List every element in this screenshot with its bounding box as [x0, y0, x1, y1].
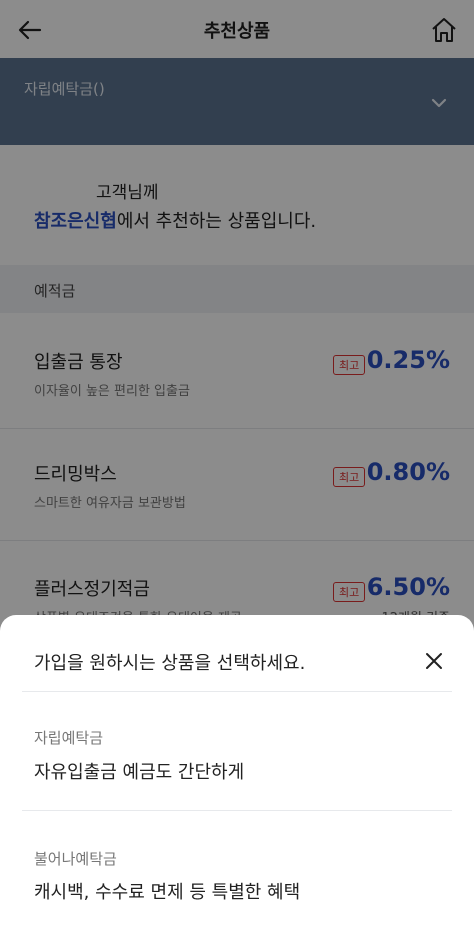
- page: 추천상품 자립예탁금() 고객님께 참조은신협에서 추천하는 상품입니다. 예적…: [0, 0, 474, 933]
- option-name: 자립예탁금: [34, 729, 104, 747]
- bottom-sheet: 가입을 원하시는 상품을 선택하세요. 자립예탁금 자유입출금 예금도 간단하게…: [0, 615, 474, 933]
- option-desc: 자유입출금 예금도 간단하게: [34, 762, 245, 783]
- sheet-title: 가입을 원하시는 상품을 선택하세요.: [34, 653, 306, 674]
- option-name: 불어나예탁금: [34, 850, 117, 868]
- sheet-option[interactable]: 자립예탁금 자유입출금 예금도 간단하게: [0, 692, 474, 809]
- close-icon: [426, 653, 442, 669]
- sheet-option[interactable]: 불어나예탁금 캐시백, 수수료 면제 등 특별한 혜택: [0, 811, 474, 921]
- close-button[interactable]: [420, 647, 448, 675]
- option-desc: 캐시백, 수수료 면제 등 특별한 혜택: [34, 882, 301, 903]
